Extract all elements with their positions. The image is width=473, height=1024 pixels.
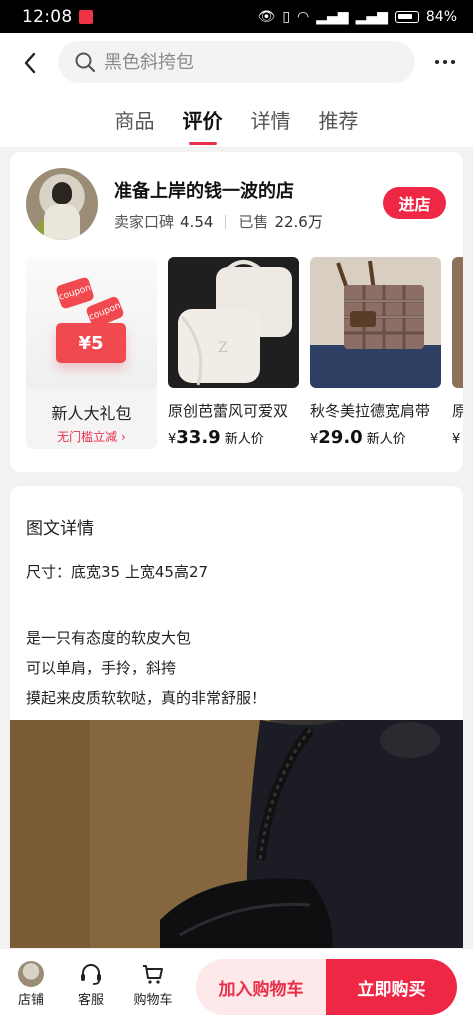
store-tab-button[interactable]: 店铺 (6, 959, 56, 1008)
signal-icon-2: ▂▄▆ (355, 8, 388, 25)
store-meta: 卖家口碑 4.54 已售 22.6万 (114, 211, 323, 232)
status-time: 12:08 (22, 6, 73, 27)
sold-label: 已售 (238, 213, 269, 231)
model-with-bag-image (10, 720, 463, 956)
cart-icon (143, 965, 163, 984)
product-image (452, 257, 463, 388)
product-title: 原创芭蕾风可爱双 (168, 402, 289, 420)
product-card[interactable]: Z 原创芭蕾风可爱双 ¥33.9 新人价 (168, 257, 299, 457)
search-input[interactable] (104, 51, 384, 73)
customer-service-label: 客服 (77, 993, 104, 1008)
more-icon-dot (435, 60, 439, 64)
gift-subtitle: 无门槛立减 › (57, 430, 126, 444)
desc-line: 可以单肩，手拎，斜挎 (26, 659, 177, 677)
sold-value: 22.6万 (274, 213, 323, 231)
white-backpack-image: Z (178, 260, 292, 386)
more-icon-dot (451, 60, 455, 64)
product-card[interactable]: 秋冬美拉德宽肩带 ¥29.0 新人价 (310, 257, 441, 457)
detail-section: 图文详情 尺寸：底宽35 上宽45高27 是一只有态度的软皮大包 可以单肩，手拎… (10, 486, 463, 956)
desc-line: 摸起来皮质软软哒，真的非常舒服！ (26, 689, 267, 707)
coupon-ticket-small: coupon (55, 276, 95, 310)
headset-icon (81, 964, 101, 985)
buy-now-button[interactable]: 立即购买 (326, 959, 457, 1015)
status-icons: 👁 ▯ ◠ ▂▄▆ ▂▄▆ 84% (258, 9, 457, 25)
product-title: 原 (452, 402, 463, 420)
back-button[interactable] (14, 47, 46, 79)
enter-store-button[interactable]: 进店 (383, 187, 446, 219)
gift-title: 新人大礼包 (51, 404, 132, 423)
more-button[interactable] (430, 51, 460, 73)
size-line: 尺寸：底宽35 上宽45高27 (26, 563, 209, 581)
battery-level: 84% (425, 8, 457, 25)
signal-icon: ▂▄▆ (316, 8, 349, 25)
gift-image: coupon coupon ¥5 (26, 257, 157, 388)
tab-recommend[interactable]: 推荐 (319, 101, 359, 141)
wifi-icon: ◠ (297, 8, 310, 25)
tab-details[interactable]: 详情 (251, 101, 291, 141)
coupon-ticket-main: ¥5 (56, 323, 126, 363)
customer-service-button[interactable]: 客服 (66, 959, 116, 1008)
cart-tab-button[interactable]: 购物车 (128, 959, 178, 1008)
store-tab-label: 店铺 (17, 993, 44, 1008)
product-title: 秋冬美拉德宽肩带 (310, 402, 431, 420)
product-image (310, 257, 441, 388)
meta-divider (225, 214, 227, 229)
product-price: ¥29.0 新人价 (310, 427, 406, 448)
back-arrow-icon (24, 52, 36, 74)
more-icon-dot (443, 60, 447, 64)
rating-value: 4.54 (180, 212, 214, 231)
eye-icon: 👁 (257, 8, 276, 25)
store-name[interactable]: 准备上岸的钱一波的店 (114, 177, 294, 203)
search-bar[interactable] (58, 41, 415, 83)
detail-photo (10, 720, 463, 956)
cart-tab-label: 购物车 (133, 993, 173, 1008)
product-card[interactable]: 原 ¥ (452, 257, 463, 457)
store-avatar-icon (18, 961, 44, 987)
vibrate-icon: ▯ (282, 8, 291, 25)
tab-bar: 商品 评价 详情 推荐 (0, 101, 473, 145)
store-card: 准备上岸的钱一波的店 卖家口碑 4.54 已售 22.6万 进店 coupon … (10, 152, 463, 472)
search-icon (75, 52, 96, 73)
desc-line: 是一只有态度的软皮大包 (26, 629, 192, 647)
notification-icon (78, 9, 93, 24)
plaid-bag-image (310, 260, 441, 388)
bottom-action-bar: 店铺 客服 购物车 加入购物车 立即购买 (0, 948, 473, 1024)
tab-goods[interactable]: 商品 (115, 101, 155, 141)
product-price: ¥33.9 新人价 (168, 427, 264, 448)
detail-title: 图文详情 (26, 519, 94, 539)
battery-icon (394, 10, 419, 23)
product-image: Z (168, 257, 299, 388)
detail-text: 尺寸：底宽35 上宽45高27 是一只有态度的软皮大包 可以单肩，手拎，斜挎 摸… (26, 562, 266, 718)
svg-text:Z: Z (218, 340, 228, 356)
product-carousel: coupon coupon ¥5 新人大礼包 无门槛立减 › Z 原创芭蕾风可爱… (26, 257, 463, 457)
gift-card[interactable]: coupon coupon ¥5 新人大礼包 无门槛立减 › (26, 257, 157, 449)
product-price: ¥ (452, 432, 461, 447)
status-bar: 12:08 👁 ▯ ◠ ▂▄▆ ▂▄▆ 84% (0, 0, 473, 33)
tab-reviews[interactable]: 评价 (183, 101, 223, 145)
rating-label: 卖家口碑 (114, 213, 175, 231)
add-to-cart-button[interactable]: 加入购物车 (196, 959, 326, 1015)
store-avatar[interactable] (26, 168, 98, 240)
header: 商品 评价 详情 推荐 (0, 33, 473, 148)
